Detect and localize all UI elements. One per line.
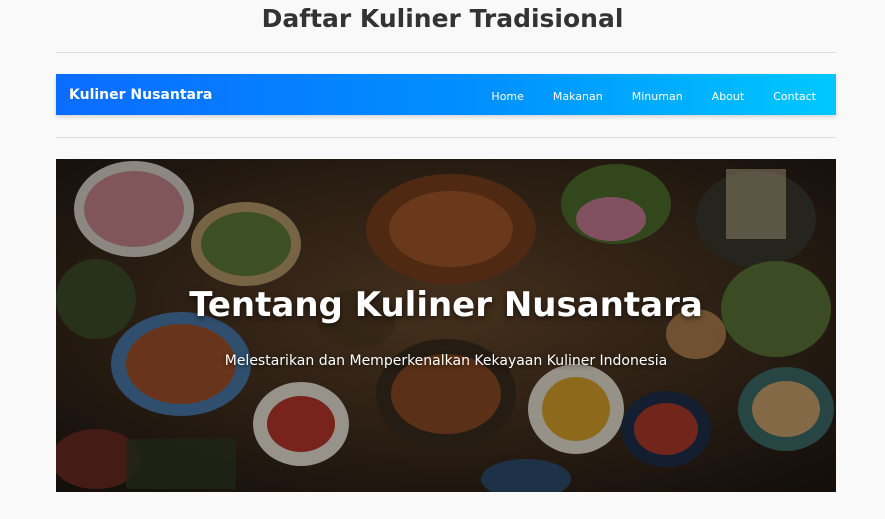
page-title: Daftar Kuliner Tradisional: [261, 4, 624, 33]
hero-title: Tentang Kuliner Nusantara: [189, 285, 703, 325]
nav-link-minuman[interactable]: Minuman: [622, 90, 693, 103]
top-divider: [56, 52, 836, 53]
nav-link-contact[interactable]: Contact: [763, 90, 826, 103]
navbar-brand[interactable]: Kuliner Nusantara: [69, 87, 212, 103]
nav-link-home[interactable]: Home: [481, 90, 533, 103]
nav-link-makanan[interactable]: Makanan: [543, 90, 613, 103]
hero-subtitle: Melestarikan dan Memperkenalkan Kekayaan…: [224, 353, 668, 369]
bottom-divider: [56, 137, 836, 138]
nav-link-about[interactable]: About: [702, 90, 755, 103]
hero-overlay: [56, 159, 836, 492]
hero-banner: Tentang Kuliner Nusantara Melestarikan d…: [56, 159, 836, 492]
navbar: Kuliner Nusantara Home Makanan Minuman A…: [56, 74, 836, 115]
nav-links: Home Makanan Minuman About Contact: [472, 85, 826, 104]
